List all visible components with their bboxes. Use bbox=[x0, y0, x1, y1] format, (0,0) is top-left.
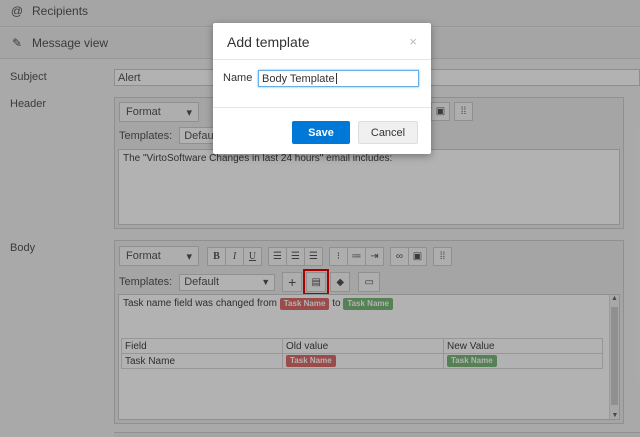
cancel-button[interactable]: Cancel bbox=[358, 121, 418, 144]
divider bbox=[213, 59, 431, 60]
text-cursor bbox=[335, 73, 337, 84]
save-button[interactable]: Save bbox=[292, 121, 350, 144]
close-icon[interactable]: × bbox=[409, 34, 417, 49]
template-name-input[interactable]: Body Template bbox=[258, 70, 419, 87]
add-template-dialog: Add template × Name Body Template Save C… bbox=[213, 23, 431, 154]
template-name-value: Body Template bbox=[262, 72, 335, 85]
name-label: Name bbox=[223, 72, 253, 84]
dialog-title: Add template bbox=[227, 34, 310, 50]
divider bbox=[213, 107, 431, 108]
